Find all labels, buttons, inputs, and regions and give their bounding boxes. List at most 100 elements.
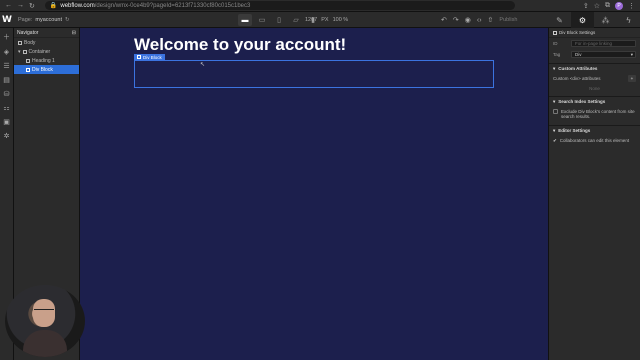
add-elements-icon[interactable]: ＋ (3, 32, 10, 42)
settings-panel: Div Block Settings ID For in-page linkin… (548, 28, 640, 360)
bookmark-star-icon[interactable]: ☆ (594, 2, 600, 10)
checkmark-icon[interactable]: ✔ (553, 138, 557, 144)
editor-settings-section[interactable]: ▾ Editor Settings (549, 125, 640, 135)
tag-value: Div (575, 52, 582, 57)
share-icon[interactable]: ⇪ (583, 2, 589, 10)
webflow-logo[interactable]: W (0, 12, 14, 28)
url-domain: webflow.com (60, 2, 95, 9)
custom-attributes-section[interactable]: ▾ Custom Attributes (549, 63, 640, 73)
tag-select[interactable]: Div ▾ (571, 51, 636, 58)
section-title: Editor Settings (558, 128, 591, 133)
heading-icon (26, 58, 30, 63)
reload-icon[interactable]: ↻ (29, 2, 35, 10)
presenter-glasses (34, 309, 54, 312)
cms-icon[interactable]: ⛁ (4, 90, 10, 98)
section-title: Custom Attributes (558, 66, 598, 71)
id-row: ID For in-page linking (549, 38, 640, 49)
tree-item-body[interactable]: Body (14, 38, 79, 47)
browser-nav: ← → ↻ (0, 2, 35, 10)
redo-icon[interactable]: ↷ (453, 16, 459, 24)
div-block-element[interactable] (134, 60, 494, 88)
add-attribute-button[interactable]: + (628, 75, 636, 82)
custom-attributes-label: Custom <div> attributes (553, 76, 601, 81)
symbols-icon[interactable]: ◈ (4, 48, 9, 56)
publish-button[interactable]: Publish (499, 17, 517, 23)
undo-icon[interactable]: ↶ (441, 16, 447, 24)
large-desktop-icon[interactable]: ▭ (255, 14, 269, 26)
collapse-arrow-icon: ▾ (553, 127, 556, 133)
settings-icon[interactable]: ✲ (4, 132, 10, 140)
collapse-arrow-icon: ▾ (553, 65, 556, 71)
tag-label: Tag (553, 52, 561, 57)
selected-element-name: Div Block (143, 54, 162, 60)
chevron-down-icon: ▾ (630, 51, 633, 57)
settings-title: Div Block Settings (559, 30, 596, 35)
designer-tools: ↶ ↷ ◉ ‹› ⇧ Publish (441, 12, 517, 28)
id-label: ID (553, 41, 558, 46)
search-index-text: Exclude Div Block's content from site se… (561, 109, 635, 119)
interactions-bolt-icon[interactable]: ϟ (617, 12, 640, 28)
assets-icon[interactable]: ▣ (3, 118, 10, 126)
pin-icon[interactable]: ⊟ (72, 30, 76, 36)
page-name: myaccount (35, 16, 62, 23)
navigator-title: Navigator (17, 29, 39, 36)
collapse-arrow-icon[interactable]: ▾ (18, 49, 21, 55)
id-input[interactable]: For in-page linking (571, 40, 636, 47)
design-canvas[interactable]: Welcome to your account! Div Block ↖ (80, 28, 548, 360)
div-block-icon (137, 55, 141, 59)
page-heading[interactable]: Welcome to your account! (134, 35, 346, 55)
webcam-overlay (5, 285, 85, 357)
navigator-icon[interactable]: ☰ (3, 62, 9, 70)
tree-item-container[interactable]: ▾ Container (14, 47, 79, 56)
mouse-cursor-icon: ↖ (200, 62, 206, 68)
div-block-icon (553, 30, 557, 35)
presenter-face (33, 299, 55, 327)
profile-avatar[interactable]: P (615, 1, 623, 10)
preview-eye-icon[interactable]: ◉ (465, 16, 471, 24)
section-title: Search Index Settings (558, 99, 606, 104)
custom-attributes-row: Custom <div> attributes + (549, 73, 640, 84)
browser-toolbar: ← → ↻ 🔒 webflow.com/design/wmx-0ce4b9?pa… (0, 0, 640, 12)
search-index-section[interactable]: ▾ Search Index Settings (549, 96, 640, 106)
ecommerce-icon[interactable]: ⚏ (3, 104, 9, 112)
settings-gear-icon[interactable]: ⚙ (571, 12, 594, 28)
style-manager-icon[interactable]: ⁂ (594, 12, 617, 28)
editor-text: Collaborators can edit this element (559, 138, 630, 143)
tree-item-div-block[interactable]: Div Block (14, 65, 79, 74)
right-panel-tabs: ✎ ⚙ ⁂ ϟ (548, 12, 640, 28)
exclude-search-checkbox[interactable] (553, 109, 558, 114)
mobile-landscape-icon[interactable]: ▱ (289, 14, 303, 26)
settings-header: Div Block Settings (549, 28, 640, 38)
presenter-shirt (23, 330, 67, 357)
canvas-dimensions: 1207 PX 100 % (305, 17, 348, 23)
attributes-empty: None (589, 86, 600, 91)
page-selector[interactable]: Page: myaccount ↻ (18, 17, 70, 23)
container-icon (22, 49, 27, 54)
desktop-breakpoint-icon[interactable]: ▬ (238, 14, 252, 26)
tree-item-label: Body (24, 39, 36, 46)
url-path: /design/wmx-0ce4b9?pageId=6213f71330cf80… (94, 2, 251, 9)
search-index-toggle-row: Exclude Div Block's content from site se… (549, 106, 640, 122)
forward-icon[interactable]: → (17, 2, 24, 10)
lock-icon: 🔒 (49, 3, 58, 9)
code-export-icon[interactable]: ‹› (477, 17, 482, 24)
extension-icon[interactable]: ⧉ (605, 2, 610, 10)
tree-item-heading[interactable]: Heading 1 (14, 56, 79, 65)
refresh-page-icon[interactable]: ↻ (65, 17, 70, 23)
navigator-header: Navigator ⊟ (14, 28, 79, 38)
share-link-icon[interactable]: ⇧ (488, 16, 494, 24)
address-bar[interactable]: 🔒 webflow.com/design/wmx-0ce4b9?pageId=6… (44, 1, 515, 10)
collapse-arrow-icon: ▾ (553, 98, 556, 104)
tag-row: Tag Div ▾ (549, 49, 640, 60)
tablet-icon[interactable]: ▯ (272, 14, 286, 26)
browser-actions: ⇪ ☆ ⧉ P ⋮ (583, 1, 640, 10)
tree-item-label: Heading 1 (32, 57, 55, 64)
tree-item-label: Div Block (32, 66, 53, 73)
style-brush-icon[interactable]: ✎ (548, 12, 571, 28)
canvas-width: 1207 (305, 17, 318, 23)
back-icon[interactable]: ← (5, 2, 12, 10)
page-label: Page: (18, 16, 33, 23)
pages-icon[interactable]: ▤ (3, 76, 10, 84)
body-icon (18, 40, 22, 45)
menu-dots-icon[interactable]: ⋮ (628, 2, 635, 10)
